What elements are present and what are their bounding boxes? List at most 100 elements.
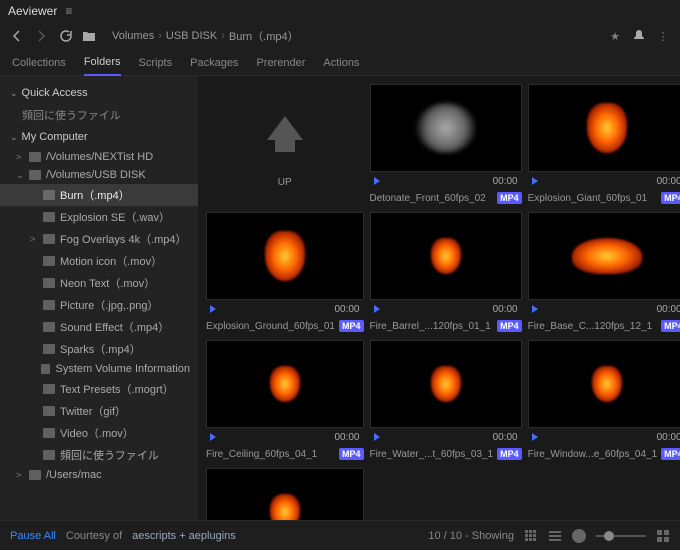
play-icon[interactable]: [532, 177, 538, 185]
tree-item[interactable]: >/Users/mac: [0, 466, 198, 484]
video-tile[interactable]: 00:00Fire_Barrel_...120fps_01_1MP4: [370, 212, 522, 334]
play-bar[interactable]: 00:00: [206, 430, 364, 444]
section-quick-access[interactable]: ⌄ Quick Access: [0, 82, 198, 104]
folder-icon: [29, 170, 41, 180]
tab-packages[interactable]: Packages: [190, 57, 238, 75]
play-bar[interactable]: 00:00: [528, 302, 680, 316]
format-badge: MP4: [339, 320, 364, 332]
video-thumb[interactable]: [370, 212, 522, 300]
video-thumb[interactable]: [528, 340, 680, 428]
file-name: Explosion_Ground_60fps_01: [206, 321, 335, 332]
play-icon[interactable]: [532, 305, 538, 313]
play-icon[interactable]: [374, 177, 380, 185]
play-icon[interactable]: [532, 433, 538, 441]
tree-item[interactable]: Explosion SE（.wav）: [0, 206, 198, 228]
view-list-icon[interactable]: [548, 529, 562, 543]
star-icon[interactable]: ★: [606, 27, 624, 45]
video-thumb[interactable]: [370, 84, 522, 172]
tree-item[interactable]: Text Presets（.mogrt）: [0, 378, 198, 400]
zoom-slider[interactable]: [596, 535, 646, 537]
video-tile[interactable]: 00:00Fire_Ceiling_60fps_04_1MP4: [206, 340, 364, 462]
play-bar[interactable]: 00:00: [528, 430, 680, 444]
quick-access-sub[interactable]: 頻回に使うファイル: [0, 104, 198, 126]
forward-button[interactable]: [32, 27, 50, 45]
chevron-right-icon: ›: [221, 30, 225, 42]
video-tile[interactable]: 00:00Explosion_Giant_60fps_01MP4: [528, 84, 680, 206]
file-name: Fire_Water_...t_60fps_03_1: [370, 449, 494, 460]
format-badge: MP4: [661, 320, 680, 332]
tree-item[interactable]: Video（.mov）: [0, 422, 198, 444]
hamburger-icon[interactable]: ≡: [65, 4, 72, 18]
bell-icon[interactable]: [630, 27, 648, 45]
view-grid-large-icon[interactable]: [656, 529, 670, 543]
section-my-computer[interactable]: ⌄ My Computer: [0, 126, 198, 148]
video-thumb[interactable]: [370, 340, 522, 428]
time-label: 00:00: [493, 432, 518, 443]
video-tile[interactable]: 00:00Fire_Window...r_60fps_04_1MP4: [206, 468, 364, 520]
play-bar[interactable]: 00:00: [528, 174, 680, 188]
play-bar[interactable]: 00:00: [370, 174, 522, 188]
video-thumb[interactable]: [206, 212, 364, 300]
video-tile[interactable]: 00:00Fire_Base_C...120fps_12_1MP4: [528, 212, 680, 334]
tree-item[interactable]: 頻回に使うファイル: [0, 444, 198, 466]
tree-item[interactable]: Burn（.mp4）: [0, 184, 198, 206]
video-thumb[interactable]: [206, 468, 364, 520]
time-label: 00:00: [334, 432, 359, 443]
zoom-knob[interactable]: [572, 529, 586, 543]
tab-bar: Collections Folders Scripts Packages Prerend…: [0, 50, 680, 76]
play-bar[interactable]: 00:00: [370, 302, 522, 316]
format-badge: MP4: [661, 192, 680, 204]
tab-scripts[interactable]: Scripts: [139, 57, 173, 75]
tree-item[interactable]: System Volume Information: [0, 360, 198, 378]
tab-prerender[interactable]: Prerender: [256, 57, 305, 75]
play-icon[interactable]: [374, 433, 380, 441]
tree-label: 頻回に使うファイル: [60, 447, 159, 463]
time-label: 00:00: [657, 432, 680, 443]
tree-label: Twitter（gif）: [60, 403, 126, 419]
breadcrumb-item[interactable]: USB DISK: [166, 30, 217, 42]
tree-item[interactable]: Sound Effect（.mp4）: [0, 316, 198, 338]
folder-icon[interactable]: [80, 27, 98, 45]
video-tile[interactable]: 00:00Detonate_Front_60fps_02MP4: [370, 84, 522, 206]
folder-icon: [43, 344, 55, 354]
play-icon[interactable]: [210, 305, 216, 313]
refresh-button[interactable]: [56, 27, 74, 45]
play-icon[interactable]: [374, 305, 380, 313]
pause-all-button[interactable]: Pause All: [10, 530, 56, 542]
format-badge: MP4: [339, 448, 364, 460]
tree-item[interactable]: Twitter（gif）: [0, 400, 198, 422]
tree-item[interactable]: >Fog Overlays 4k（.mp4）: [0, 228, 198, 250]
back-button[interactable]: [8, 27, 26, 45]
tree-item[interactable]: Sparks（.mp4）: [0, 338, 198, 360]
up-tile[interactable]: UP: [206, 84, 364, 206]
play-bar[interactable]: 00:00: [370, 430, 522, 444]
tree-label: Burn（.mp4）: [60, 187, 130, 203]
view-grid-small-icon[interactable]: [524, 529, 538, 543]
brand-label[interactable]: aescripts + aeplugins: [132, 530, 236, 542]
chevron-icon: >: [30, 234, 38, 244]
video-thumb[interactable]: [528, 212, 680, 300]
tab-actions[interactable]: Actions: [323, 57, 359, 75]
play-icon[interactable]: [210, 433, 216, 441]
play-bar[interactable]: 00:00: [206, 302, 364, 316]
more-icon[interactable]: ⋮: [654, 27, 672, 45]
time-label: 00:00: [493, 304, 518, 315]
tree-label: /Volumes/USB DISK: [46, 169, 146, 181]
tree-label: /Volumes/NEXTist HD: [46, 151, 153, 163]
video-tile[interactable]: 00:00Fire_Water_...t_60fps_03_1MP4: [370, 340, 522, 462]
tree-item[interactable]: Motion icon（.mov）: [0, 250, 198, 272]
tree-item[interactable]: Picture（.jpg,.png）: [0, 294, 198, 316]
video-thumb[interactable]: [206, 340, 364, 428]
tab-collections[interactable]: Collections: [12, 57, 66, 75]
up-thumb[interactable]: [206, 84, 364, 172]
tree-item[interactable]: Neon Text（.mov）: [0, 272, 198, 294]
tree-item[interactable]: ⌄/Volumes/USB DISK: [0, 166, 198, 184]
tree-item[interactable]: >/Volumes/NEXTist HD: [0, 148, 198, 166]
breadcrumb-item[interactable]: Burn（.mp4）: [229, 28, 299, 44]
breadcrumb-item[interactable]: Volumes: [112, 30, 154, 42]
video-tile[interactable]: 00:00Fire_Window...e_60fps_04_1MP4: [528, 340, 680, 462]
video-tile[interactable]: 00:00 Explosion_Ground_60fps_01 MP4: [206, 212, 364, 334]
video-thumb[interactable]: [528, 84, 680, 172]
chevron-right-icon: ›: [158, 30, 162, 42]
tab-folders[interactable]: Folders: [84, 56, 121, 76]
